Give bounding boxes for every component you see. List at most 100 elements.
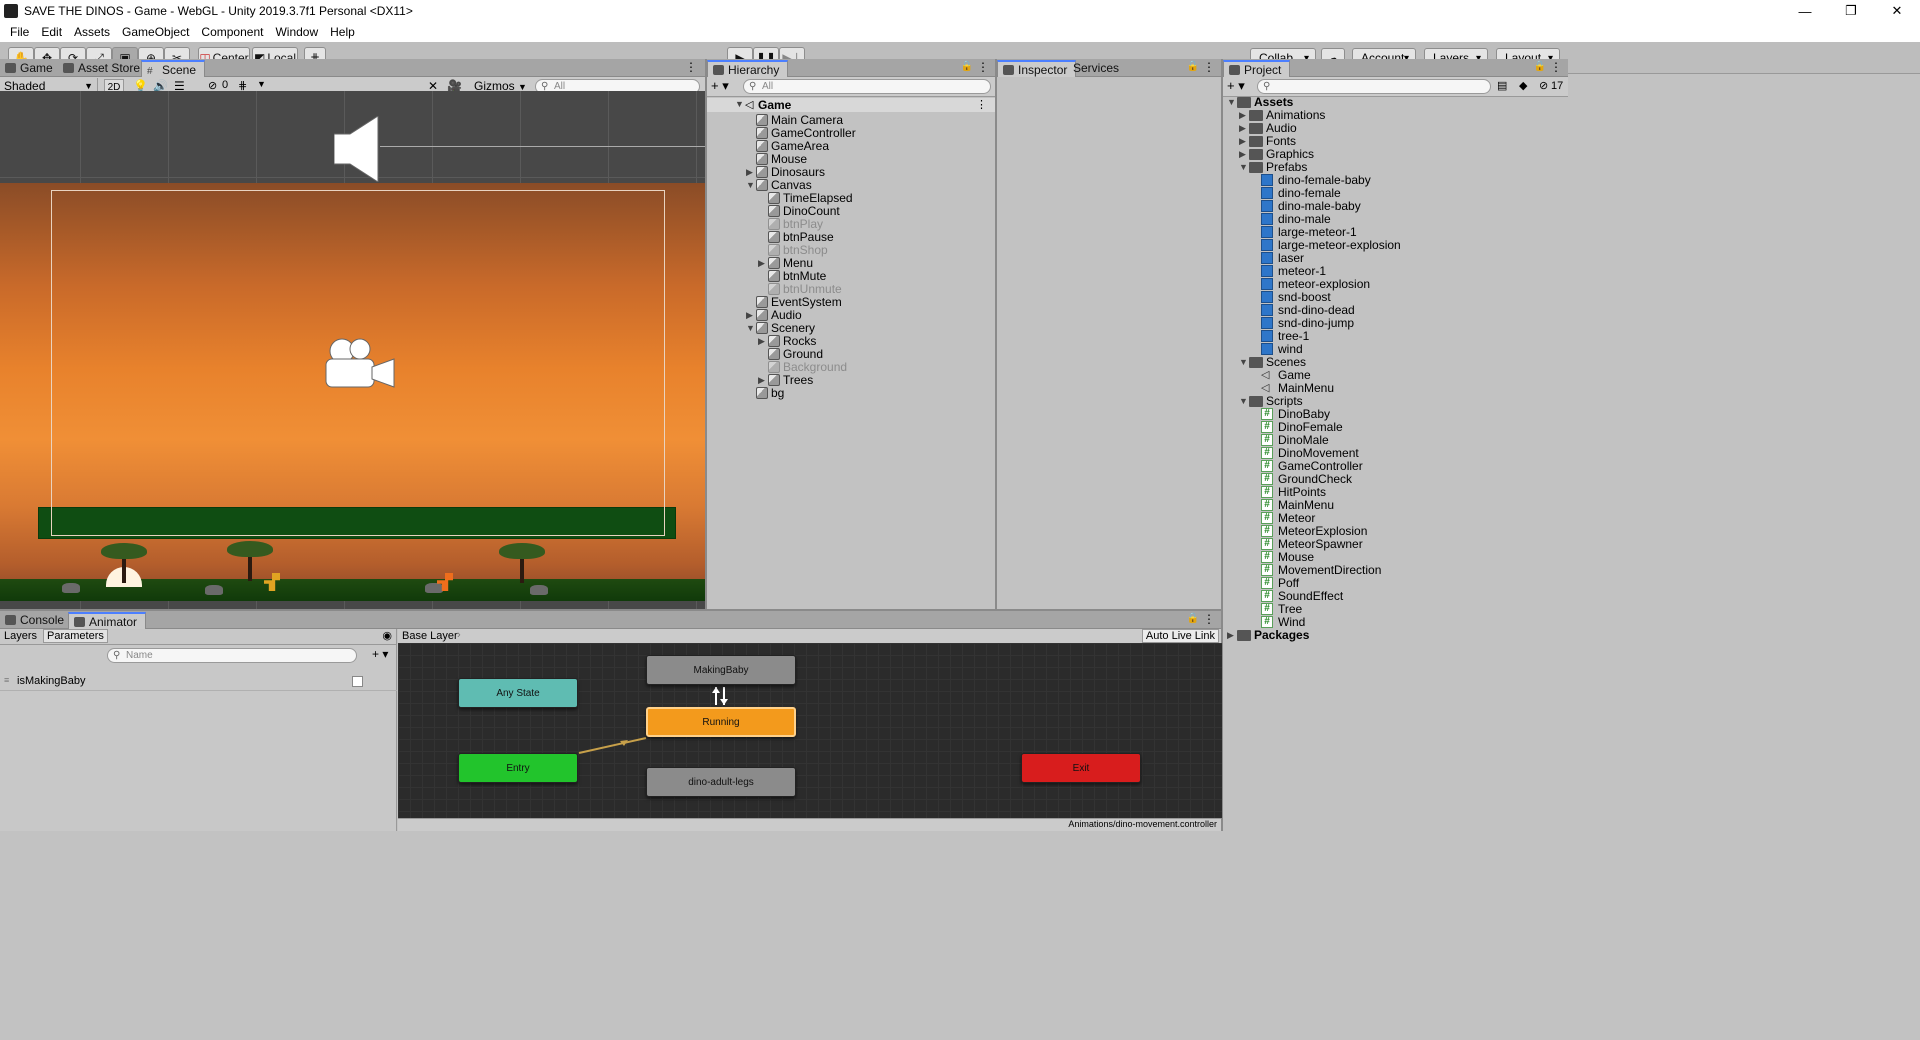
tab-layers[interactable]: Layers — [4, 630, 37, 642]
auto-live-link-toggle[interactable]: Auto Live Link — [1141, 629, 1219, 643]
menu-assets[interactable]: Assets — [68, 25, 116, 39]
menu-edit[interactable]: Edit — [35, 25, 68, 39]
panel-menu-icon[interactable]: ⋮ — [685, 60, 697, 74]
tab-services[interactable]: Services — [1067, 60, 1127, 77]
unity-scene-icon: ◁ — [745, 99, 754, 111]
parameter-row[interactable]: ≡ isMakingBaby — [0, 673, 397, 691]
tab-game-label: Game — [20, 61, 53, 75]
parameters-sidebar: Layers Parameters ◉ Name + ▾ ≡ isMakingB… — [0, 629, 397, 831]
menu-help[interactable]: Help — [324, 25, 361, 39]
tab-animator[interactable]: Animator — [68, 612, 147, 629]
search-by-label-icon[interactable]: ◆ — [1519, 79, 1527, 92]
project-item[interactable]: ▶ Packages — [1223, 627, 1568, 643]
hierarchy-item[interactable]: bg — [707, 385, 995, 401]
create-add-icon[interactable]: + ▾ — [711, 78, 729, 94]
canvas-edge-line — [380, 146, 705, 147]
animator-graph[interactable]: Any State MakingBaby Running Entry dino-… — [398, 643, 1222, 818]
eye-icon[interactable]: ◉ — [382, 629, 392, 642]
tab-parameters[interactable]: Parameters — [43, 629, 108, 643]
lock-icon[interactable]: 🔒 — [1534, 61, 1546, 72]
animator-graph-header: Base Layer › Auto Live Link — [398, 629, 1221, 643]
minimize-button[interactable]: — — [1782, 0, 1828, 22]
tab-console-label: Console — [20, 613, 65, 627]
state-running[interactable]: Running — [646, 707, 796, 737]
tab-asset-store-label: Asset Store — [78, 61, 141, 75]
project-tab-icon — [1229, 65, 1240, 75]
tab-scene-label: Scene — [162, 63, 197, 77]
unity-logo-icon — [4, 4, 18, 18]
hierarchy-toolbar: + ▾ All — [707, 77, 995, 97]
close-button[interactable]: ✕ — [1874, 0, 1920, 22]
menu-window[interactable]: Window — [269, 25, 324, 39]
rock-sprite — [205, 585, 223, 595]
sidebar-tabs: Layers Parameters ◉ — [0, 629, 397, 645]
scene-menu-icon[interactable]: ⋮ — [976, 98, 987, 111]
tree-sprite — [101, 543, 147, 559]
lock-icon[interactable]: 🔒 — [961, 61, 973, 72]
lock-icon[interactable]: 🔒 — [1187, 613, 1199, 624]
scene-name: Game — [758, 98, 792, 112]
parameter-name[interactable]: isMakingBaby — [17, 675, 85, 687]
expand-arrow-icon[interactable]: ▶ — [1227, 627, 1237, 643]
breadcrumb-base-layer[interactable]: Base Layer — [402, 630, 458, 642]
tab-console[interactable]: Console — [0, 612, 72, 629]
animator-tab-icon — [74, 617, 85, 627]
scene-viewport[interactable] — [0, 91, 705, 609]
drag-handle-icon[interactable]: ≡ — [4, 675, 9, 685]
state-exit[interactable]: Exit — [1021, 753, 1141, 783]
panel-menu-icon[interactable]: ⋮ — [1203, 60, 1215, 74]
tab-project-label: Project — [1244, 63, 1282, 77]
window-title: SAVE THE DINOS - Game - WebGL - Unity 20… — [24, 4, 413, 18]
tab-project[interactable]: Project — [1223, 60, 1291, 77]
animator-footer: Animations/dino-movement.controller — [398, 818, 1221, 831]
hierarchy-item-label: bg — [771, 386, 785, 400]
state-entry[interactable]: Entry — [458, 753, 578, 783]
status-bar — [0, 831, 1920, 1040]
search-by-type-icon[interactable]: ▤ — [1497, 79, 1507, 92]
tab-scene[interactable]: # Scene — [141, 60, 206, 77]
panel-menu-icon[interactable]: ⋮ — [977, 60, 989, 74]
tab-inspector-label: Inspector — [1018, 63, 1068, 77]
folder-icon — [1237, 630, 1251, 641]
restore-button[interactable]: ❐ — [1828, 0, 1874, 22]
panel-menu-icon[interactable]: ⋮ — [1203, 612, 1215, 626]
grid-dropdown-icon[interactable]: ▼ — [257, 79, 266, 89]
rock-sprite — [62, 583, 80, 593]
parameter-search-input[interactable]: Name — [107, 648, 357, 663]
project-tabbar: Project 🔒 ⋮ — [1223, 59, 1568, 77]
project-panel: Project 🔒 ⋮ + ▾ ▤ ◆ ⊘ 17 ▼Assets▶Animati… — [1223, 59, 1568, 831]
hierarchy-panel: Hierarchy 🔒 ⋮ + ▾ All ▼ ◁ Game ⋮ Main Ca… — [707, 59, 995, 611]
inspector-tab-icon — [1003, 65, 1014, 75]
game-tab-icon — [5, 63, 16, 73]
menu-file[interactable]: File — [4, 25, 35, 39]
title-bar: SAVE THE DINOS - Game - WebGL - Unity 20… — [0, 0, 1920, 22]
menu-gameobject[interactable]: GameObject — [116, 25, 195, 39]
state-any-state[interactable]: Any State — [458, 678, 578, 708]
controller-path: Animations/dino-movement.controller — [1068, 819, 1217, 829]
state-making-baby[interactable]: MakingBaby — [646, 655, 796, 685]
state-dino-adult-legs[interactable]: dino-adult-legs — [646, 767, 796, 797]
store-tab-icon — [63, 63, 74, 73]
tree-sprite — [227, 541, 273, 557]
tab-inspector[interactable]: Inspector — [997, 60, 1077, 77]
gameobject-cube-icon — [756, 387, 768, 399]
camera-gizmo-icon[interactable] — [322, 337, 396, 393]
scene-header-row[interactable]: ▼ ◁ Game ⋮ — [707, 98, 995, 112]
lock-icon[interactable]: 🔒 — [1187, 61, 1199, 72]
menu-component[interactable]: Component — [195, 25, 269, 39]
tree-sprite — [499, 543, 545, 559]
tab-asset-store[interactable]: Asset Store — [58, 60, 148, 77]
add-parameter-icon[interactable]: + ▾ — [372, 647, 388, 661]
hidden-packages-icon[interactable]: ⊘ — [1539, 79, 1548, 92]
hierarchy-search-input[interactable]: All — [743, 79, 991, 94]
parameter-checkbox[interactable] — [352, 676, 363, 687]
expand-arrow-icon[interactable]: ▼ — [735, 99, 745, 109]
audio-source-icon[interactable] — [334, 116, 382, 182]
tab-game[interactable]: Game — [0, 60, 61, 77]
create-add-icon[interactable]: + ▾ — [1227, 78, 1245, 94]
panel-menu-icon[interactable]: ⋮ — [1550, 60, 1562, 74]
tab-hierarchy[interactable]: Hierarchy — [707, 60, 789, 77]
project-search-input[interactable] — [1257, 79, 1491, 94]
animator-tabbar: Console Animator 🔒 ⋮ — [0, 611, 1221, 629]
inspector-tabbar: Inspector Services 🔒 ⋮ — [997, 59, 1221, 77]
